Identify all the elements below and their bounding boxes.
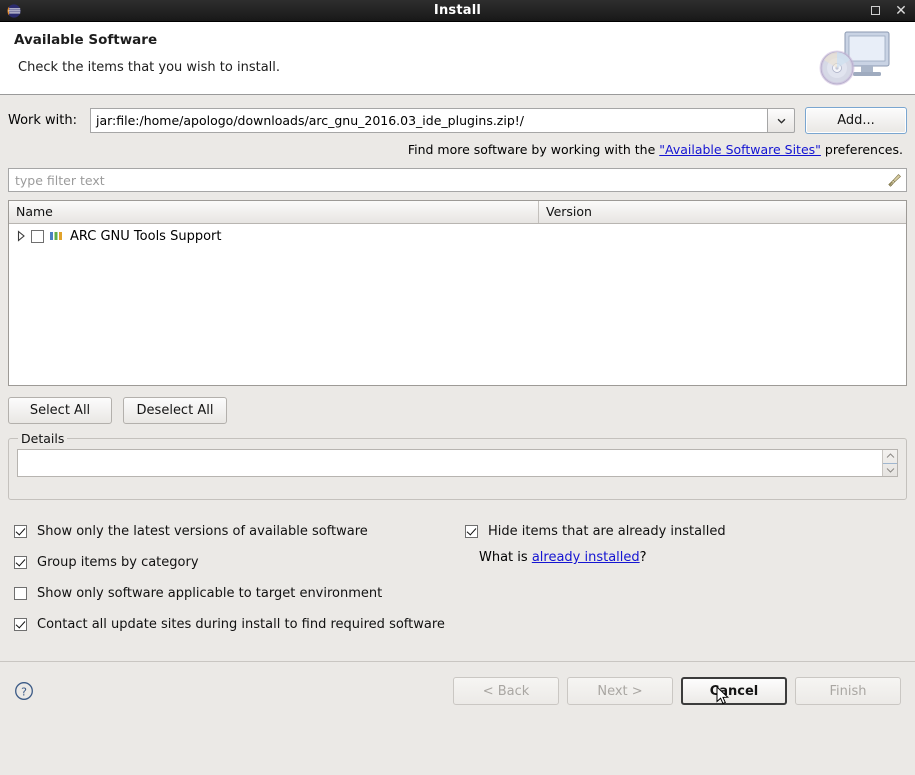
filter-input[interactable]: type filter text: [15, 173, 887, 188]
expand-arrow-icon[interactable]: [16, 230, 26, 242]
what-is-already-installed-text: What is already installed?: [479, 550, 915, 565]
window-titlebar[interactable]: Install ✕: [0, 0, 915, 22]
option-contact-update-sites-checkbox[interactable]: [14, 618, 27, 631]
row-name: ARC GNU Tools Support: [70, 228, 222, 244]
computer-cd-icon: [815, 28, 899, 90]
scroll-down-icon[interactable]: [883, 464, 897, 477]
option-applicable-target-environment[interactable]: Show only software applicable to target …: [14, 578, 464, 609]
window-controls: ✕: [869, 0, 907, 21]
option-applicable-target-environment-label: Show only software applicable to target …: [37, 586, 383, 601]
what-is-suffix: ?: [639, 550, 647, 565]
window-title: Install: [433, 3, 482, 18]
find-more-suffix: preferences.: [820, 142, 903, 157]
help-icon[interactable]: ?: [14, 681, 34, 701]
option-show-latest-versions[interactable]: Show only the latest versions of availab…: [14, 516, 464, 547]
add-site-button[interactable]: Add...: [805, 107, 907, 134]
details-group: Details: [8, 431, 907, 500]
maximize-icon[interactable]: [869, 5, 881, 17]
find-more-software-text: Find more software by working with the "…: [8, 142, 907, 157]
row-checkbox[interactable]: [31, 229, 44, 243]
option-group-by-category-checkbox[interactable]: [14, 556, 27, 569]
option-show-latest-versions-label: Show only the latest versions of availab…: [37, 524, 368, 539]
wizard-banner: Available Software Check the items that …: [0, 22, 915, 95]
column-header-version[interactable]: Version: [539, 201, 906, 223]
details-scrollbar[interactable]: [882, 450, 897, 476]
details-text: [18, 450, 882, 476]
chevron-down-icon[interactable]: [767, 108, 795, 133]
what-is-prefix: What is: [479, 550, 532, 565]
available-software-tree[interactable]: Name Version ARC GNU Tools Support: [8, 200, 907, 386]
dialog-footer: ? < Back Next > Cancel Finish: [0, 662, 915, 720]
find-more-prefix: Find more software by working with the: [407, 142, 660, 157]
selection-buttons: Select All Deselect All: [8, 397, 907, 424]
next-button[interactable]: Next >: [567, 677, 673, 705]
option-show-latest-versions-checkbox[interactable]: [14, 525, 27, 538]
option-applicable-target-environment-checkbox[interactable]: [14, 587, 27, 600]
work-with-label: Work with:: [8, 113, 78, 128]
scroll-up-icon[interactable]: [883, 450, 897, 464]
eclipse-logo-icon: [6, 3, 22, 19]
svg-text:?: ?: [21, 685, 27, 698]
work-with-row: Work with: jar:file:/home/apologo/downlo…: [8, 95, 907, 134]
close-icon[interactable]: ✕: [895, 4, 907, 18]
finish-button[interactable]: Finish: [795, 677, 901, 705]
option-hide-installed-checkbox[interactable]: [465, 525, 478, 538]
select-all-button[interactable]: Select All: [8, 397, 112, 424]
option-hide-installed[interactable]: Hide items that are already installed: [465, 516, 915, 547]
option-contact-update-sites-label: Contact all update sites during install …: [37, 617, 445, 632]
work-with-input[interactable]: jar:file:/home/apologo/downloads/arc_gnu…: [90, 108, 767, 133]
option-contact-update-sites[interactable]: Contact all update sites during install …: [14, 609, 464, 640]
deselect-all-button[interactable]: Deselect All: [123, 397, 227, 424]
category-icon: [49, 229, 65, 243]
details-area[interactable]: [17, 449, 898, 477]
table-row[interactable]: ARC GNU Tools Support: [9, 226, 906, 246]
options-column-right: Hide items that are already installed Wh…: [465, 516, 915, 565]
dialog-content: Work with: jar:file:/home/apologo/downlo…: [0, 95, 915, 720]
option-group-by-category-label: Group items by category: [37, 555, 199, 570]
wizard-buttons: < Back Next > Cancel Finish: [453, 677, 901, 705]
available-software-sites-link[interactable]: "Available Software Sites": [659, 142, 821, 157]
back-button[interactable]: < Back: [453, 677, 559, 705]
tree-body[interactable]: ARC GNU Tools Support: [9, 224, 906, 385]
details-legend: Details: [18, 431, 68, 446]
option-group-by-category[interactable]: Group items by category: [14, 547, 464, 578]
broom-icon[interactable]: [887, 173, 902, 188]
options-area: Show only the latest versions of availab…: [8, 516, 907, 636]
option-hide-installed-label: Hide items that are already installed: [488, 524, 726, 539]
filter-field[interactable]: type filter text: [8, 168, 907, 192]
page-title: Available Software: [14, 32, 158, 48]
page-subtitle: Check the items that you wish to install…: [18, 60, 281, 75]
tree-header: Name Version: [9, 201, 906, 224]
options-column-left: Show only the latest versions of availab…: [14, 516, 464, 640]
work-with-combo[interactable]: jar:file:/home/apologo/downloads/arc_gnu…: [90, 108, 795, 133]
cancel-button[interactable]: Cancel: [681, 677, 787, 705]
already-installed-link[interactable]: already installed: [532, 550, 640, 565]
column-header-name[interactable]: Name: [9, 201, 539, 223]
